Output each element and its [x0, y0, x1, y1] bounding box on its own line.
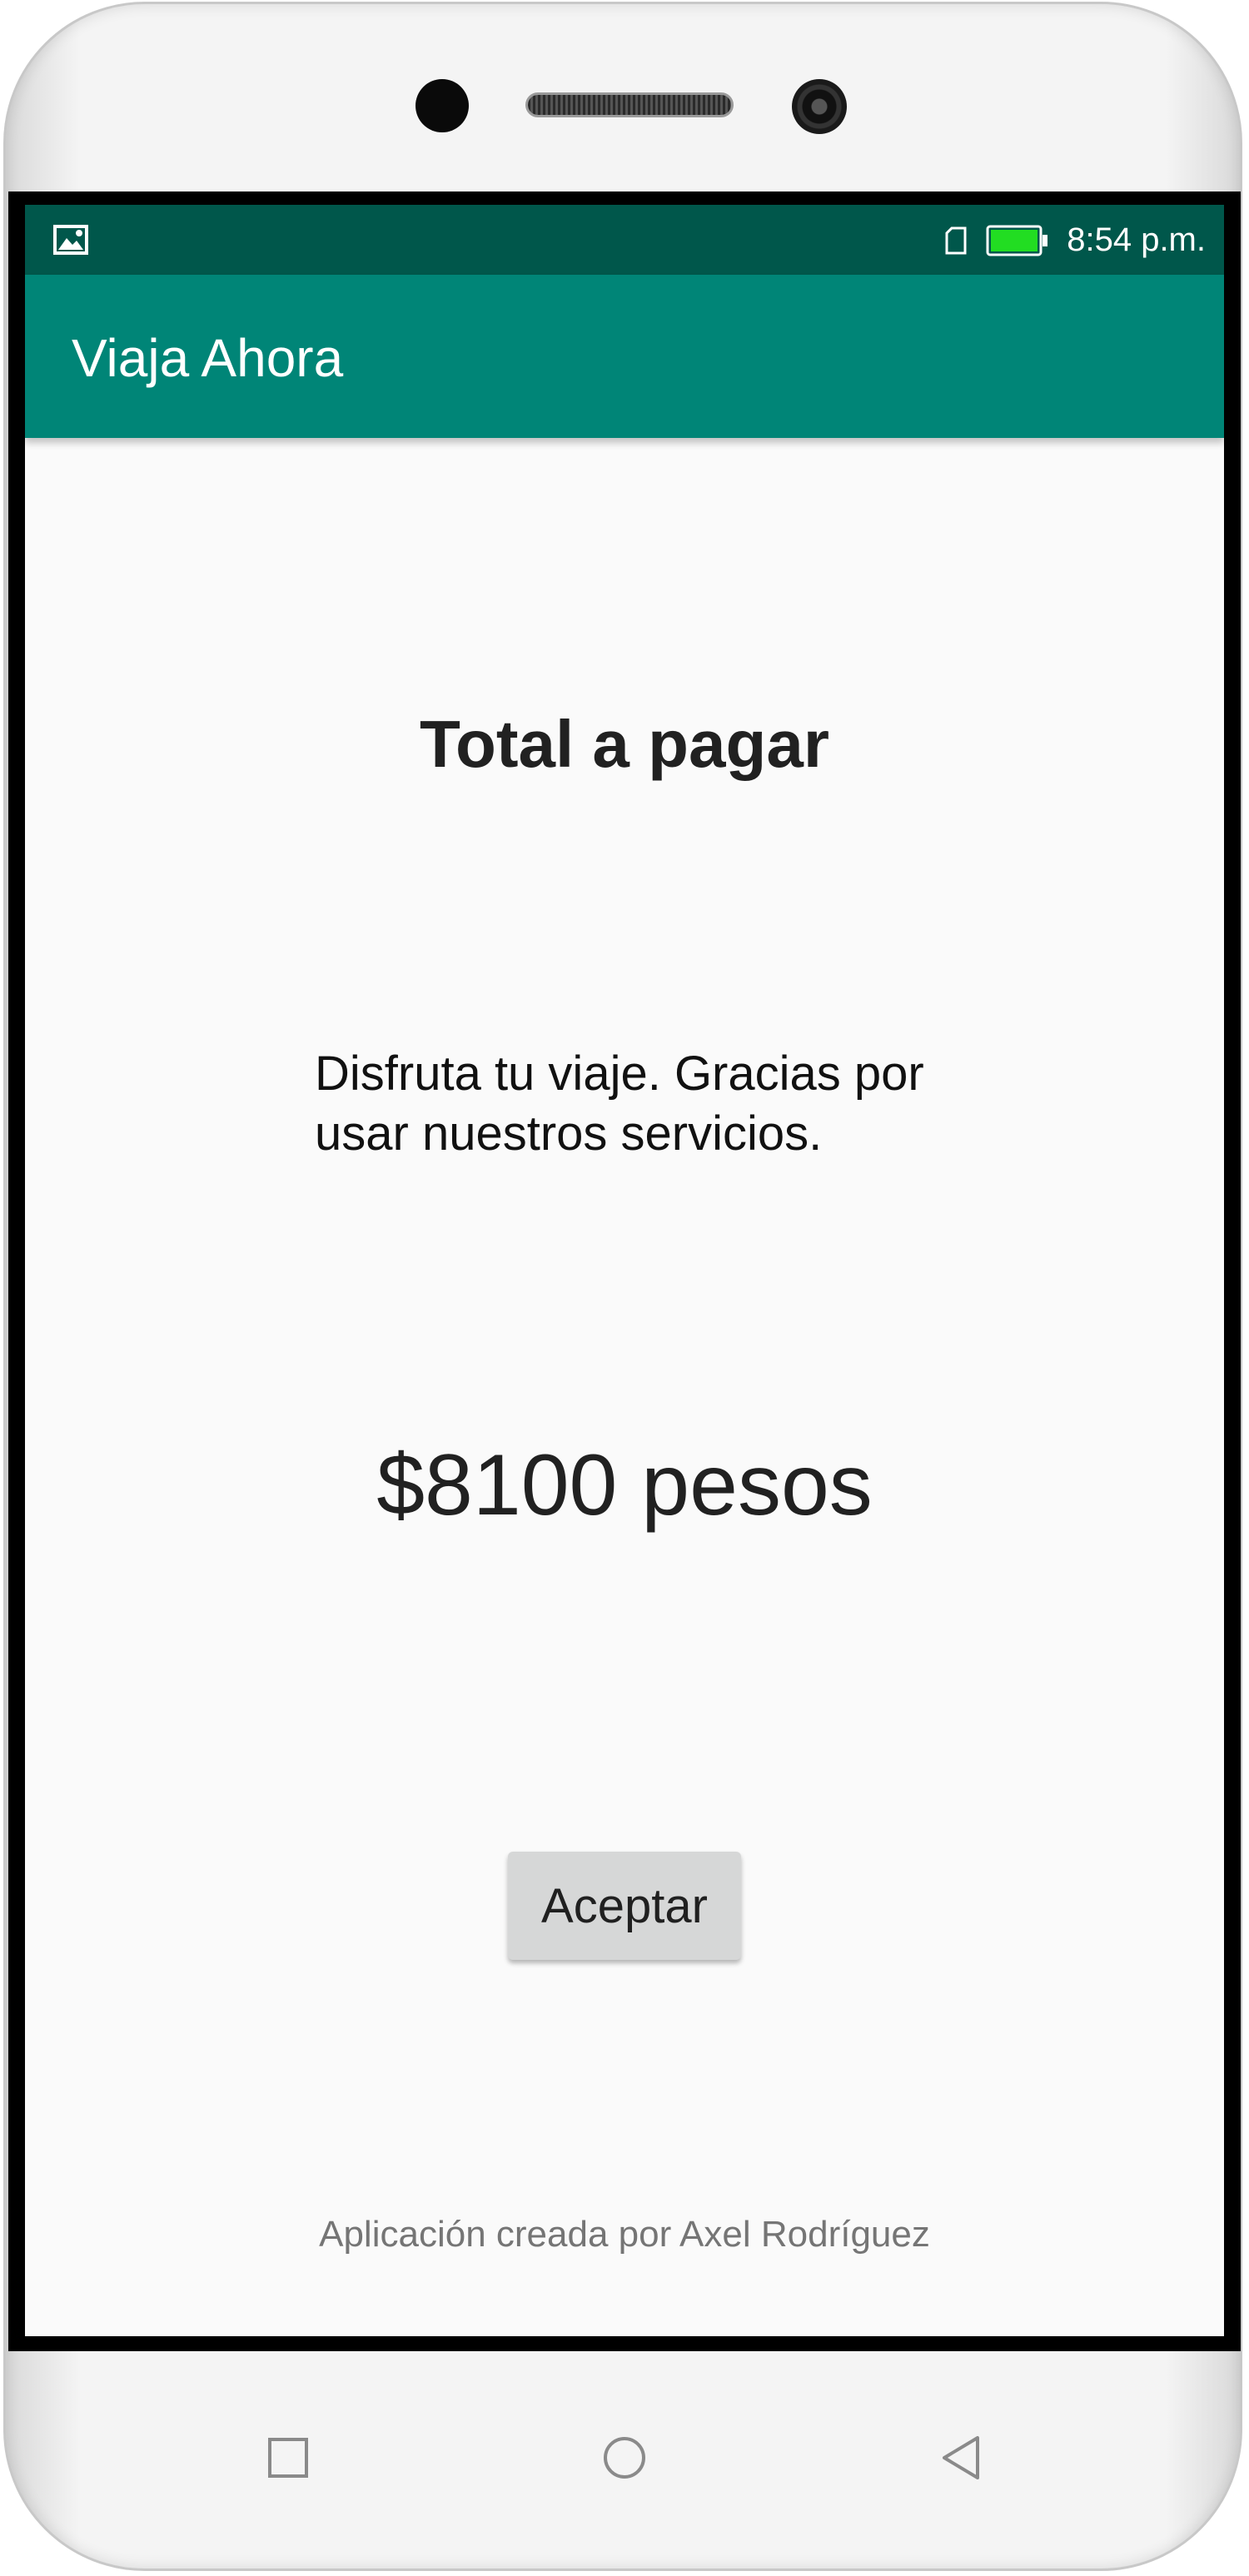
app-bar: Viaja Ahora: [25, 275, 1224, 438]
app-title: Viaja Ahora: [72, 328, 344, 388]
home-icon[interactable]: [600, 2433, 649, 2483]
battery-icon: [986, 225, 1047, 256]
earpiece-speaker: [525, 92, 734, 117]
thank-you-message: Disfruta tu viaje. Gracias por usar nues…: [315, 1047, 924, 1161]
accept-button[interactable]: Aceptar: [508, 1852, 741, 1960]
total-amount: $8100 pesos: [376, 1437, 873, 1534]
status-time: 8:54 p.m.: [1067, 221, 1206, 258]
proximity-sensor: [792, 79, 847, 134]
status-bar: 8:54 p.m.: [25, 205, 1224, 275]
total-title: Total a pagar: [420, 707, 829, 781]
front-camera: [416, 79, 469, 132]
app-screen: 8:54 p.m. Viaja Ahora Total a pagar Disf…: [25, 205, 1224, 2336]
sim-card-icon: [945, 226, 967, 255]
back-icon[interactable]: [938, 2433, 988, 2483]
recent-apps-icon[interactable]: [263, 2433, 313, 2483]
image-notification-icon: [53, 225, 88, 255]
footer-credit: Aplicación creada por Axel Rodríguez: [319, 2214, 930, 2255]
